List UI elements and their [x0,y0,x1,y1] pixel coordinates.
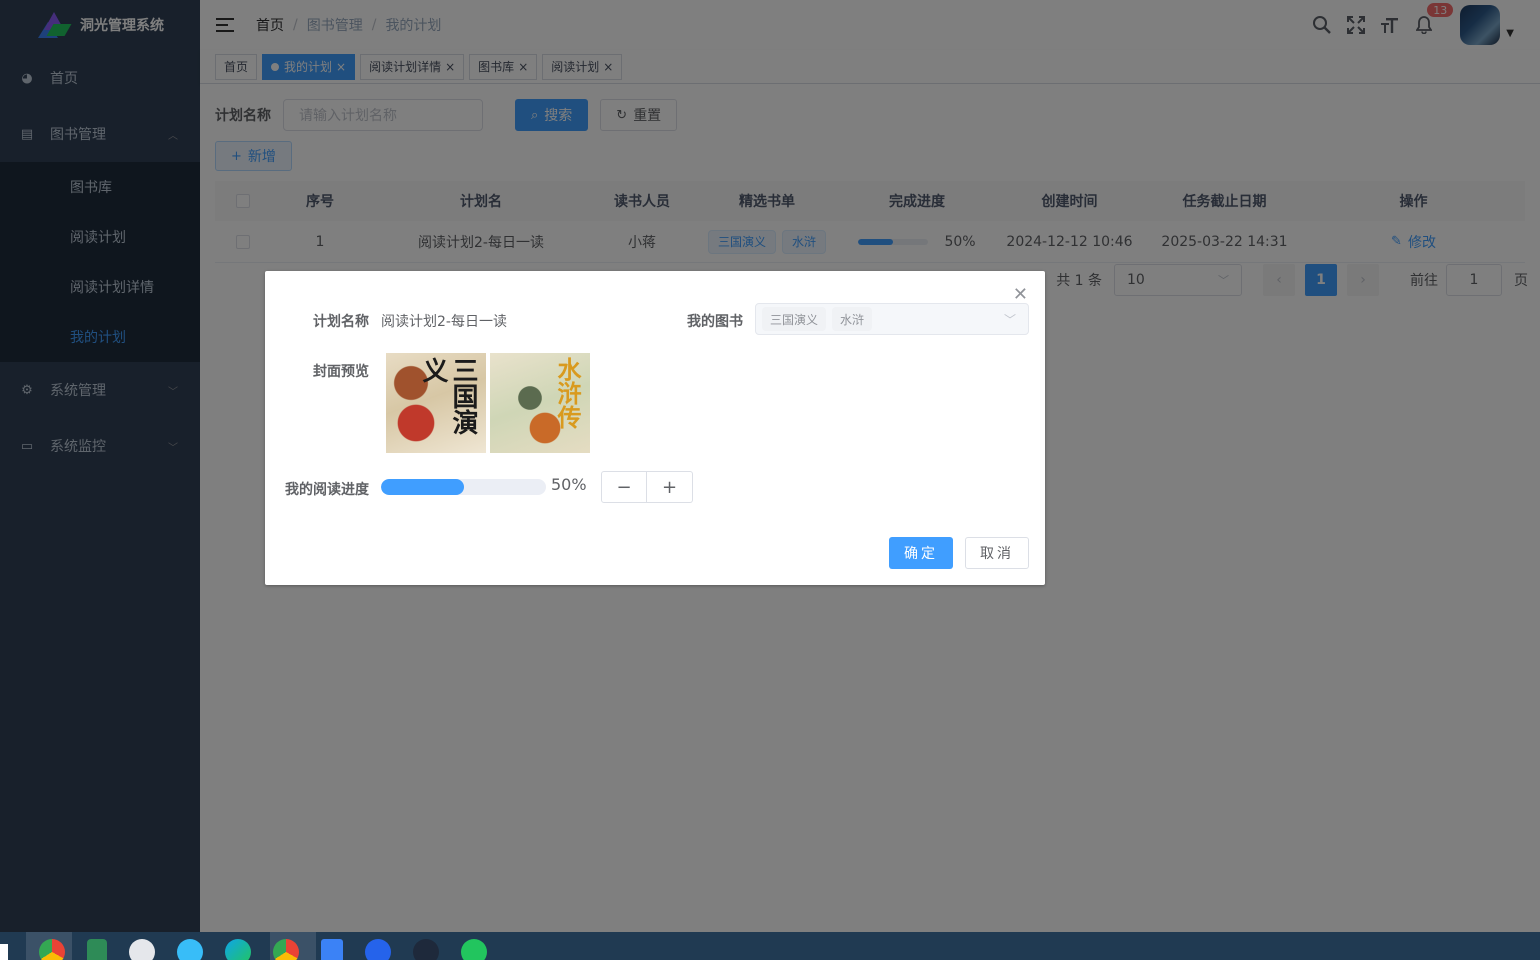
plan-name-value: 阅读计划2-每日一读 [381,314,507,330]
search-app-icon[interactable] [177,939,203,960]
decrease-button[interactable]: − [601,471,647,503]
chrome-icon[interactable] [273,939,299,960]
increase-button[interactable]: + [647,471,693,503]
chevron-down-icon: ﹀ [1003,312,1016,327]
app-icon[interactable] [365,939,391,960]
reading-progress-label: 我的阅读进度 [285,482,369,498]
start-icon[interactable] [0,944,8,960]
cover-image-shuihu: 水浒传 [490,353,590,453]
chrome-icon[interactable] [39,939,65,960]
plan-name-label: 计划名称 [313,314,369,330]
explorer-icon[interactable] [321,939,343,960]
reading-progress-text: 50% [551,475,587,494]
selected-book-tag: 三国演义 [762,307,827,331]
cancel-button[interactable]: 取消 [965,537,1029,569]
xmind-icon[interactable] [87,939,107,960]
settings-icon[interactable] [129,939,155,960]
close-icon[interactable]: ✕ [1013,284,1028,305]
cover-image-sanguo: 三国演义 [386,353,486,453]
cover-title: 水浒传 [553,357,581,429]
my-plan-dialog: ✕ 计划名称 阅读计划2-每日一读 我的图书 三国演义 水浒 ﹀ 封面预览 三国… [265,271,1045,585]
confirm-button[interactable]: 确定 [889,537,953,569]
cover-preview-label: 封面预览 [313,364,369,380]
os-taskbar [0,932,1540,960]
reading-progress-bar [381,479,546,495]
my-books-select[interactable]: 三国演义 水浒 ﹀ [755,303,1029,335]
my-books-label: 我的图书 [687,314,743,330]
progress-fill [381,479,464,495]
app-icon[interactable] [413,939,439,960]
cover-title: 三国演义 [418,357,478,435]
progress-stepper: − + [601,471,693,503]
wechat-icon[interactable] [461,939,487,960]
edge-icon[interactable] [225,939,251,960]
selected-book-tag: 水浒 [832,307,873,331]
